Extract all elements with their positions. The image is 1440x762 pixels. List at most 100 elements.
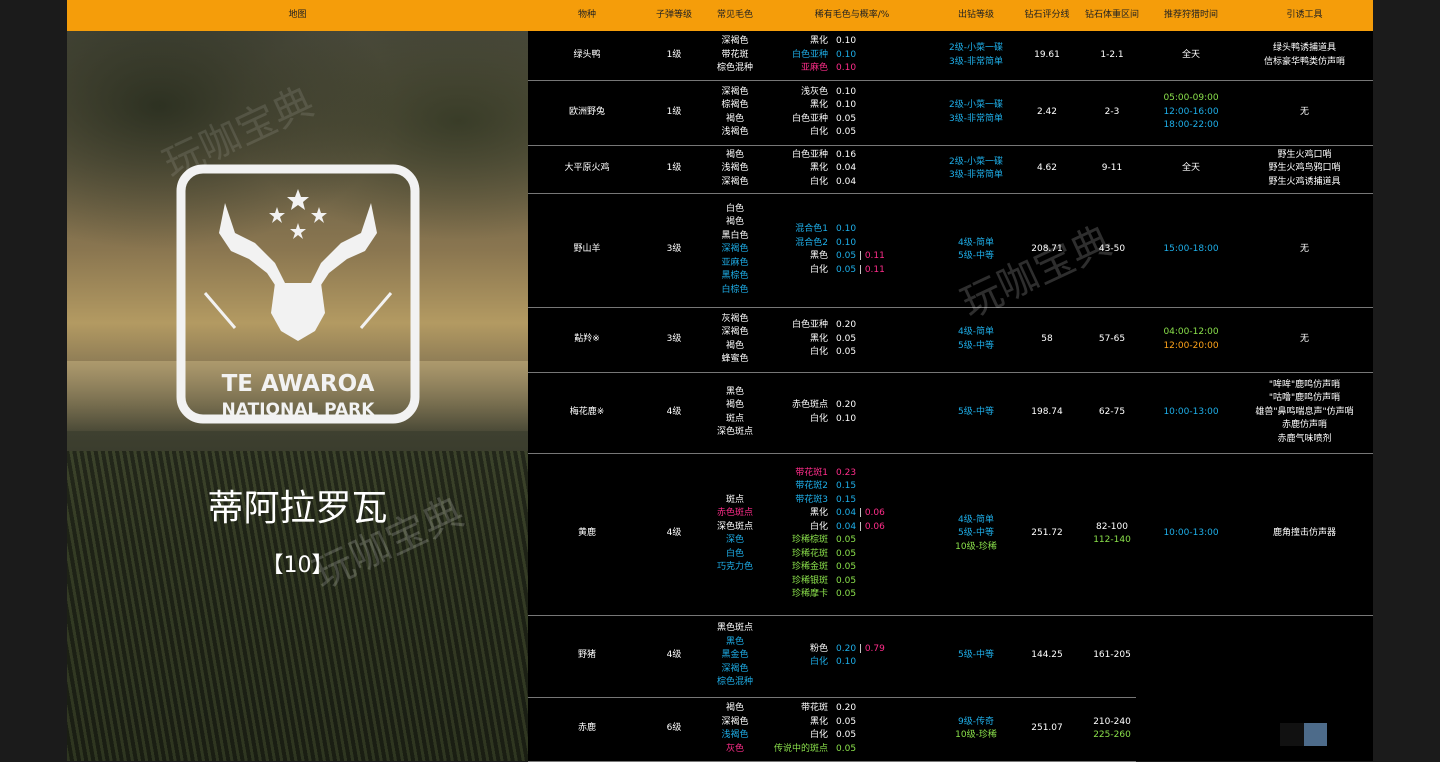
prob-separator: | — [856, 508, 865, 518]
prob-separator: | — [856, 521, 865, 532]
rare-color-name: 白色亚种 — [791, 49, 828, 60]
diamond-score-cell: 4.62 — [1016, 145, 1078, 193]
diamond-level: 3级-非常简单 — [949, 170, 1003, 180]
hunt-time-cell: 15:00-18:00 — [1146, 193, 1236, 307]
rare-color-row: 珍稀棕斑 0.05 — [768, 534, 936, 548]
common-color: 浅褐色 — [721, 127, 749, 137]
rare-color-prob-alt: 0.11 — [864, 264, 885, 275]
species-name: 大平原火鸡 — [564, 163, 610, 174]
hunt-time: 18:00-22:00 — [1163, 120, 1219, 131]
table-header: 地图 物种 子弹等级 常见毛色 稀有毛色与概率/% 出钻等级 钻石评分线 钻石体… — [67, 0, 1373, 31]
rare-color-name: 赤色斑点 — [791, 400, 828, 410]
species-name: 梅花鹿※ — [569, 406, 605, 417]
common-color: 棕色混种 — [716, 63, 753, 74]
rare-color-name: 混合色1 — [795, 224, 828, 234]
ammo-level: 4级 — [666, 528, 682, 539]
rare-color-prob: 0.10 — [836, 237, 857, 248]
rare-color-row: 黑化 0.04 — [768, 162, 936, 176]
lure-item: 赤鹿气味喷剂 — [1277, 433, 1332, 444]
rare-color-row: 混合色2 0.10 — [768, 237, 936, 251]
corner-shadow — [1280, 723, 1304, 746]
rare-color-name: 白化 — [809, 730, 828, 740]
rare-color-prob: 0.15 — [836, 481, 857, 491]
rare-color-row: 黑化 0.05 — [768, 333, 936, 347]
common-color: 浅褐色 — [721, 730, 749, 740]
common-colors-cell: 白色 褐色 黑白色 深褐色 亚麻色 黑棕色 白棕色 — [702, 193, 768, 307]
species-table: 绿头鸭 1级 深褐色 带花斑 棕色混种 黑化 0.10 白色亚种 0.10 亚麻色 0.10 2级-小… — [528, 31, 1373, 762]
ammo-cell: 3级 — [646, 307, 702, 372]
rare-color-name: 白色亚种 — [791, 320, 828, 331]
common-color: 深褐色 — [721, 36, 749, 47]
rare-color-prob: 0.10 — [836, 413, 857, 424]
common-color: 深褐色 — [721, 176, 749, 187]
species-name: 绿头鸭 — [573, 49, 601, 60]
table-row: 绿头鸭 1级 深褐色 带花斑 棕色混种 黑化 0.10 白色亚种 0.10 亚麻色 0.10 2级-小… — [528, 31, 1373, 81]
table-row: 黇羚※ 3级 灰褐色 深褐色 褐色 蜂蜜色 白色亚种 0.20 黑化 0.05 白化 0.05 4级-简… — [528, 307, 1373, 373]
common-colors-cell: 褐色 深褐色 浅褐色 灰色 — [702, 697, 768, 761]
common-color: 白色 — [725, 203, 744, 214]
common-color: 褐色 — [725, 703, 744, 713]
diamond-level: 5级-中等 — [958, 406, 994, 417]
hunt-time: 04:00-12:00 — [1163, 327, 1219, 337]
species-cell: 野猪 — [528, 615, 646, 697]
species-name: 黄鹿 — [577, 528, 596, 539]
common-color: 褐色 — [725, 400, 744, 410]
rare-color-name: 黑色 — [809, 251, 828, 261]
rare-colors-cell: 带花斑 0.20 黑化 0.05 白化 0.05 传说中的斑点 0.05 — [768, 697, 936, 761]
hunt-time-cell: 全天 — [1146, 145, 1236, 193]
park-logo-line1: TE AWAROA — [221, 371, 375, 397]
rare-color-name: 带花斑 — [800, 703, 828, 713]
diamond-level-cell: 2级-小菜一碟 3级-非常简单 — [936, 31, 1016, 80]
rare-color-name: 珍稀棕斑 — [791, 535, 828, 545]
lure-cell: 绿头鸭诱捕道具 信标豪华鸭类仿声哨 — [1236, 31, 1373, 80]
rare-color-row: 赤色斑点 0.20 — [768, 399, 936, 413]
table-row: 黄鹿 4级 斑点 赤色斑点 深色斑点 深色 白色 巧克力色 带花斑1 0.23 带花斑2 0.15 带花… — [528, 453, 1373, 616]
hunt-time-cell: 10:00-13:00 — [1146, 453, 1236, 615]
rare-color-prob: 0.15 — [836, 494, 857, 505]
rare-colors-cell: 白色亚种 0.16 黑化 0.04 白化 0.04 — [768, 145, 936, 193]
table-row: 野山羊 3级 白色 褐色 黑白色 深褐色 亚麻色 黑棕色 白棕色 混合色1 0.10 混合色2 0.10… — [528, 193, 1373, 308]
common-color: 黑白色 — [721, 230, 749, 241]
rare-color-prob: 0.20 — [836, 643, 857, 654]
lure-cell: 鹿角撞击仿声器 — [1236, 453, 1373, 615]
rare-color-name: 白化 — [809, 347, 828, 358]
rare-color-prob-alt: 0.06 — [864, 508, 885, 518]
rare-color-name: 混合色2 — [795, 237, 828, 248]
rare-color-prob: 0.05 — [836, 347, 857, 358]
common-color: 亚麻色 — [721, 257, 749, 268]
diamond-score-cell: 19.61 — [1016, 31, 1078, 80]
ammo-cell: 4级 — [646, 453, 702, 615]
rare-colors-cell: 浅灰色 0.10 黑化 0.10 白色亚种 0.05 白化 0.05 — [768, 80, 936, 145]
common-color: 灰褐色 — [721, 313, 749, 324]
rare-color-row: 白化 0.05 | 0.11 — [768, 264, 936, 278]
corner-button[interactable] — [1304, 723, 1327, 746]
rare-color-name: 白化 — [809, 127, 828, 137]
common-color: 深色斑点 — [716, 521, 753, 532]
rare-color-row: 黑色 0.05 | 0.11 — [768, 250, 936, 264]
table-row: 大平原火鸡 1级 褐色 浅褐色 深褐色 白色亚种 0.16 黑化 0.04 白化 0.04 2级-小菜… — [528, 145, 1373, 194]
rare-color-prob: 0.10 — [836, 36, 857, 47]
rare-color-name: 粉色 — [809, 643, 828, 654]
weight-range-cell: 1-2.1 — [1078, 31, 1146, 80]
ammo-level: 6级 — [666, 723, 682, 734]
rare-color-name: 黑化 — [809, 716, 828, 727]
rare-color-name: 珍稀摩卡 — [791, 589, 828, 599]
rare-color-row: 黑化 0.05 — [768, 716, 936, 730]
common-color: 灰色 — [725, 743, 744, 754]
rare-color-prob: 0.10 — [836, 86, 857, 97]
diamond-score-cell: 251.07 — [1016, 697, 1078, 761]
hunt-time-cell — [1146, 615, 1236, 697]
diamond-level: 2级-小菜一碟 — [949, 156, 1003, 167]
header-time: 推荐狩猎时间 — [1163, 10, 1218, 20]
rare-color-prob: 0.05 — [836, 113, 857, 124]
rare-color-row: 带花斑3 0.15 — [768, 494, 936, 508]
diamond-level: 4级-简单 — [958, 237, 994, 248]
park-number: 【10】 — [261, 553, 334, 578]
species-cell: 黄鹿 — [528, 453, 646, 615]
diamond-score-cell: 251.72 — [1016, 453, 1078, 615]
rare-color-prob: 0.04 — [836, 521, 857, 532]
diamond-score-cell: 2.42 — [1016, 80, 1078, 145]
rare-color-row: 珍稀银斑 0.05 — [768, 575, 936, 589]
rare-color-row: 白化 0.05 — [768, 346, 936, 360]
common-color: 褐色 — [725, 113, 744, 124]
